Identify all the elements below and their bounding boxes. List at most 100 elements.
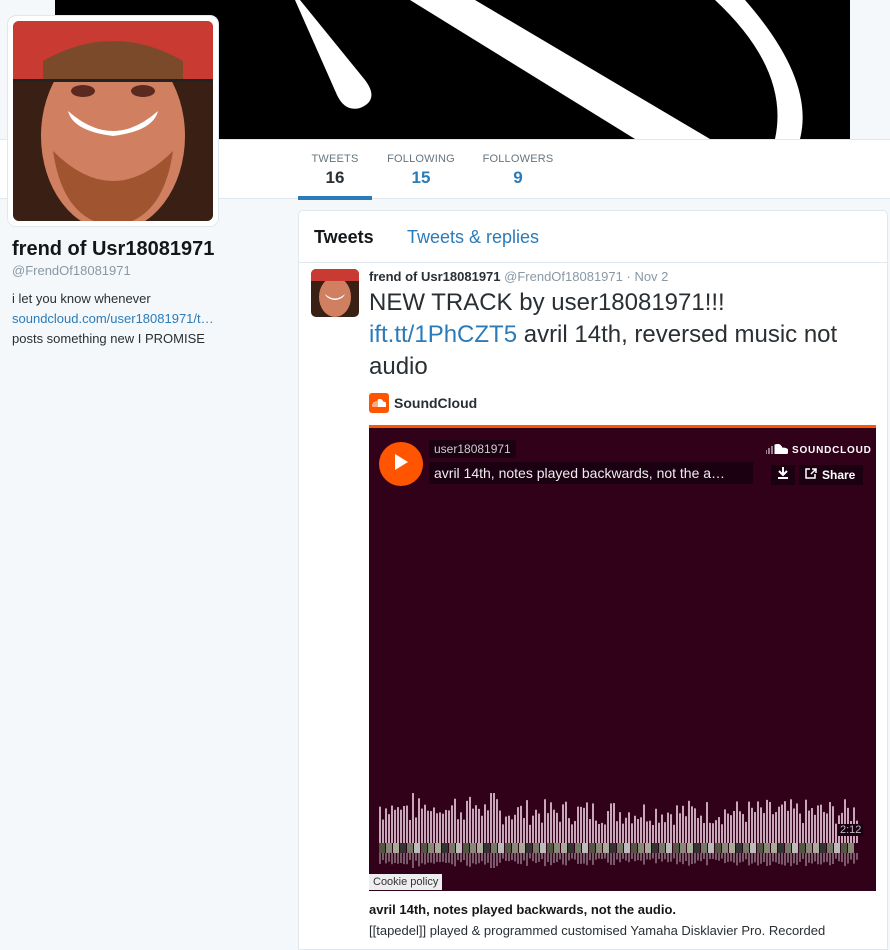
comment-avatar[interactable]: [519, 843, 525, 853]
waveform-bar: [796, 803, 798, 843]
comment-avatar[interactable]: [498, 843, 504, 853]
waveform-reflection: [667, 853, 669, 863]
comment-avatar[interactable]: [645, 843, 651, 853]
comment-avatar[interactable]: [624, 843, 630, 853]
comment-avatar[interactable]: [449, 843, 455, 853]
comment-avatar[interactable]: [736, 843, 742, 853]
comment-avatar[interactable]: [701, 843, 707, 853]
comment-avatar[interactable]: [617, 843, 623, 853]
following-stat[interactable]: FOLLOWING 15: [382, 140, 460, 200]
card-source[interactable]: SoundCloud: [369, 393, 477, 413]
tweet-link[interactable]: ift.tt/1PhCZT5: [369, 321, 517, 348]
comment-avatar[interactable]: [827, 843, 833, 853]
tweet-avatar[interactable]: [311, 269, 359, 317]
comment-avatar[interactable]: [393, 843, 399, 853]
comment-avatar[interactable]: [568, 843, 574, 853]
tweet-author-handle[interactable]: @FrendOf18081971: [504, 269, 623, 284]
comment-avatar[interactable]: [421, 843, 427, 853]
waveform-bar: [451, 805, 453, 843]
comment-avatar[interactable]: [428, 843, 434, 853]
tweet-timestamp[interactable]: · Nov 2: [627, 269, 669, 284]
comment-avatar[interactable]: [463, 843, 469, 853]
comment-avatar[interactable]: [687, 843, 693, 853]
tab-tweets-replies[interactable]: Tweets & replies: [407, 227, 539, 248]
download-button[interactable]: [771, 465, 795, 485]
waveform-reflection: [394, 853, 396, 863]
comment-avatar[interactable]: [477, 843, 483, 853]
comment-avatar[interactable]: [799, 843, 805, 853]
bio-link[interactable]: soundcloud.com/user18081971/t…: [12, 309, 242, 329]
comment-avatar[interactable]: [764, 843, 770, 853]
comment-avatar[interactable]: [554, 843, 560, 853]
comment-avatar[interactable]: [603, 843, 609, 853]
waveform-bar: [769, 801, 771, 843]
comment-avatar[interactable]: [610, 843, 616, 853]
comment-avatar[interactable]: [806, 843, 812, 853]
share-button[interactable]: Share: [799, 465, 863, 485]
comment-avatar[interactable]: [694, 843, 700, 853]
waveform-bar: [760, 807, 762, 843]
player-username[interactable]: user18081971: [429, 440, 516, 458]
comment-avatar[interactable]: [414, 843, 420, 853]
profile-handle[interactable]: @FrendOf18081971: [12, 263, 131, 278]
comment-avatar[interactable]: [512, 843, 518, 853]
comment-avatar[interactable]: [526, 843, 532, 853]
tab-tweets[interactable]: Tweets: [314, 227, 374, 248]
comment-avatar[interactable]: [666, 843, 672, 853]
comment-avatar[interactable]: [533, 843, 539, 853]
comment-avatar[interactable]: [540, 843, 546, 853]
comment-avatar[interactable]: [659, 843, 665, 853]
comment-avatar[interactable]: [470, 843, 476, 853]
waveform-bar: [472, 808, 474, 843]
comment-avatar[interactable]: [743, 843, 749, 853]
cookie-policy-link[interactable]: Cookie policy: [369, 874, 443, 890]
comment-avatar[interactable]: [680, 843, 686, 853]
comment-avatar[interactable]: [834, 843, 840, 853]
comment-avatar[interactable]: [386, 843, 392, 853]
comment-avatar[interactable]: [771, 843, 777, 853]
comment-avatar[interactable]: [596, 843, 602, 853]
comment-avatar[interactable]: [400, 843, 406, 853]
waveform[interactable]: [379, 793, 859, 868]
comment-avatar[interactable]: [589, 843, 595, 853]
comment-avatar[interactable]: [722, 843, 728, 853]
comment-avatar[interactable]: [582, 843, 588, 853]
comment-avatar[interactable]: [407, 843, 413, 853]
comment-avatar[interactable]: [379, 843, 385, 853]
followers-stat[interactable]: FOLLOWERS 9: [478, 140, 558, 200]
comment-avatar[interactable]: [841, 843, 847, 853]
comment-avatar[interactable]: [792, 843, 798, 853]
profile-avatar[interactable]: [8, 16, 218, 226]
comment-avatar[interactable]: [484, 843, 490, 853]
comment-avatar[interactable]: [673, 843, 679, 853]
comment-avatar[interactable]: [750, 843, 756, 853]
comment-avatar[interactable]: [729, 843, 735, 853]
comment-avatar[interactable]: [652, 843, 658, 853]
comment-avatar[interactable]: [491, 843, 497, 853]
waveform-bar: [691, 806, 693, 843]
comment-avatar[interactable]: [848, 843, 854, 853]
comment-avatar[interactable]: [561, 843, 567, 853]
waveform-reflection: [523, 853, 525, 861]
player-brand[interactable]: SOUNDCLOUD: [765, 443, 872, 457]
comment-avatar[interactable]: [456, 843, 462, 853]
profile-name[interactable]: frend of Usr18081971: [12, 238, 214, 261]
comment-avatar[interactable]: [785, 843, 791, 853]
comment-avatar[interactable]: [631, 843, 637, 853]
comment-avatar[interactable]: [575, 843, 581, 853]
comment-avatar[interactable]: [442, 843, 448, 853]
comment-avatar[interactable]: [757, 843, 763, 853]
tweet-author-name[interactable]: frend of Usr18081971: [369, 269, 501, 284]
comment-avatar[interactable]: [820, 843, 826, 853]
comment-avatar[interactable]: [547, 843, 553, 853]
player-track-title[interactable]: avril 14th, notes played backwards, not …: [429, 462, 753, 484]
comment-avatar[interactable]: [435, 843, 441, 853]
play-button[interactable]: [379, 442, 423, 486]
comment-avatar[interactable]: [708, 843, 714, 853]
comment-avatar[interactable]: [813, 843, 819, 853]
comment-avatar[interactable]: [715, 843, 721, 853]
comment-avatar[interactable]: [638, 843, 644, 853]
comment-avatar[interactable]: [505, 843, 511, 853]
comment-avatar[interactable]: [778, 843, 784, 853]
tweets-stat[interactable]: TWEETS 16: [298, 140, 372, 200]
